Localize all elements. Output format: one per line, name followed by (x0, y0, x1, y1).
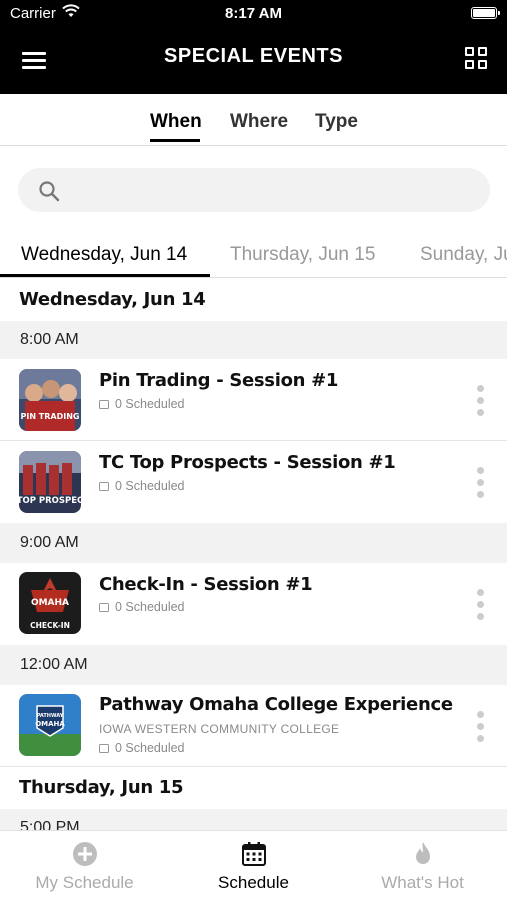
nav-label: What's Hot (381, 873, 464, 892)
date-tabs: Wednesday, Jun 14 Thursday, Jun 15 Sunda… (0, 232, 507, 278)
nav-label: Schedule (218, 873, 289, 892)
nav-schedule[interactable]: Schedule (169, 831, 338, 900)
svg-text:OMAHA: OMAHA (31, 598, 69, 608)
flame-icon (416, 842, 430, 864)
event-thumbnail: OMAHA CHECK-IN (19, 572, 81, 634)
time-header: 12:00 AM (0, 645, 507, 685)
tab-where[interactable]: Where (230, 111, 288, 133)
event-scheduled-count: 0 Scheduled (99, 479, 185, 493)
page-title: SPECIAL EVENTS (164, 45, 343, 67)
event-scheduled-count: 0 Scheduled (99, 397, 185, 411)
active-tab-indicator (150, 139, 200, 142)
time-header-label: 8:00 AM (20, 331, 79, 348)
search-input[interactable] (74, 168, 474, 212)
tab-when[interactable]: When (150, 111, 202, 133)
time-header: 9:00 AM (0, 523, 507, 563)
event-thumbnail: PATHWAY OMAHA (19, 694, 81, 756)
grid-view-button[interactable] (465, 47, 489, 71)
event-title: Pathway Omaha College Experience (99, 694, 453, 715)
top-bar: Carrier 8:17 AM SPECIAL EVENTS (0, 0, 507, 94)
time-header-label: 12:00 AM (20, 656, 88, 673)
more-options-icon[interactable] (477, 467, 485, 499)
bottom-tab-bar: My Schedule Schedule What's Hot (0, 830, 507, 900)
time-header: 8:00 AM (0, 321, 507, 359)
event-thumbnail: PIN TRADING (19, 369, 81, 431)
svg-text:OMAHA: OMAHA (35, 720, 65, 728)
calendar-icon (99, 744, 109, 753)
event-row[interactable]: TOP PROSPEC TC Top Prospects - Session #… (0, 441, 507, 523)
tab-type[interactable]: Type (315, 111, 358, 133)
calendar-icon (242, 842, 266, 866)
svg-text:CHECK-IN: CHECK-IN (30, 621, 70, 630)
status-bar: Carrier 8:17 AM (0, 0, 507, 28)
date-tab-sunday[interactable]: Sunday, Ju (420, 244, 507, 266)
filter-tabs: When Where Type (0, 94, 507, 146)
calendar-icon (99, 603, 109, 612)
event-title: TC Top Prospects - Session #1 (99, 452, 396, 473)
event-title: Pin Trading - Session #1 (99, 370, 339, 391)
event-title: Check-In - Session #1 (99, 574, 313, 595)
more-options-icon[interactable] (477, 711, 485, 743)
battery-icon (471, 7, 500, 19)
event-scheduled-count: 0 Scheduled (99, 741, 185, 755)
nav-label: My Schedule (35, 873, 134, 892)
time-header-label: 9:00 AM (20, 534, 79, 551)
calendar-icon (99, 400, 109, 409)
event-thumbnail: TOP PROSPEC (19, 451, 81, 513)
day-header-label: Thursday, Jun 15 (19, 777, 184, 798)
svg-text:PIN TRADING: PIN TRADING (20, 412, 79, 421)
date-tab-jun-15[interactable]: Thursday, Jun 15 (230, 244, 375, 266)
svg-text:TOP PROSPEC: TOP PROSPEC (19, 496, 81, 506)
more-options-icon[interactable] (477, 589, 485, 621)
nav-whats-hot[interactable]: What's Hot (338, 831, 507, 900)
event-scheduled-count: 0 Scheduled (99, 600, 185, 614)
search-icon (39, 181, 60, 202)
clock: 8:17 AM (225, 5, 282, 22)
date-tab-jun-14[interactable]: Wednesday, Jun 14 (21, 244, 187, 266)
plus-circle-icon (73, 842, 97, 866)
active-date-indicator (0, 274, 210, 277)
event-row[interactable]: PATHWAY OMAHA Pathway Omaha College Expe… (0, 685, 507, 767)
more-options-icon[interactable] (477, 385, 485, 417)
day-header: Thursday, Jun 15 (0, 767, 507, 809)
event-location: IOWA WESTERN COMMUNITY COLLEGE (99, 722, 340, 736)
event-row[interactable]: PIN TRADING Pin Trading - Session #1 0 S… (0, 359, 507, 441)
search-bar[interactable] (18, 168, 490, 212)
calendar-icon (99, 482, 109, 491)
day-header-label: Wednesday, Jun 14 (19, 289, 206, 310)
day-header: Wednesday, Jun 14 (0, 279, 507, 321)
event-row[interactable]: OMAHA CHECK-IN Check-In - Session #1 0 S… (0, 563, 507, 645)
svg-text:PATHWAY: PATHWAY (37, 713, 64, 719)
nav-my-schedule[interactable]: My Schedule (0, 831, 169, 900)
